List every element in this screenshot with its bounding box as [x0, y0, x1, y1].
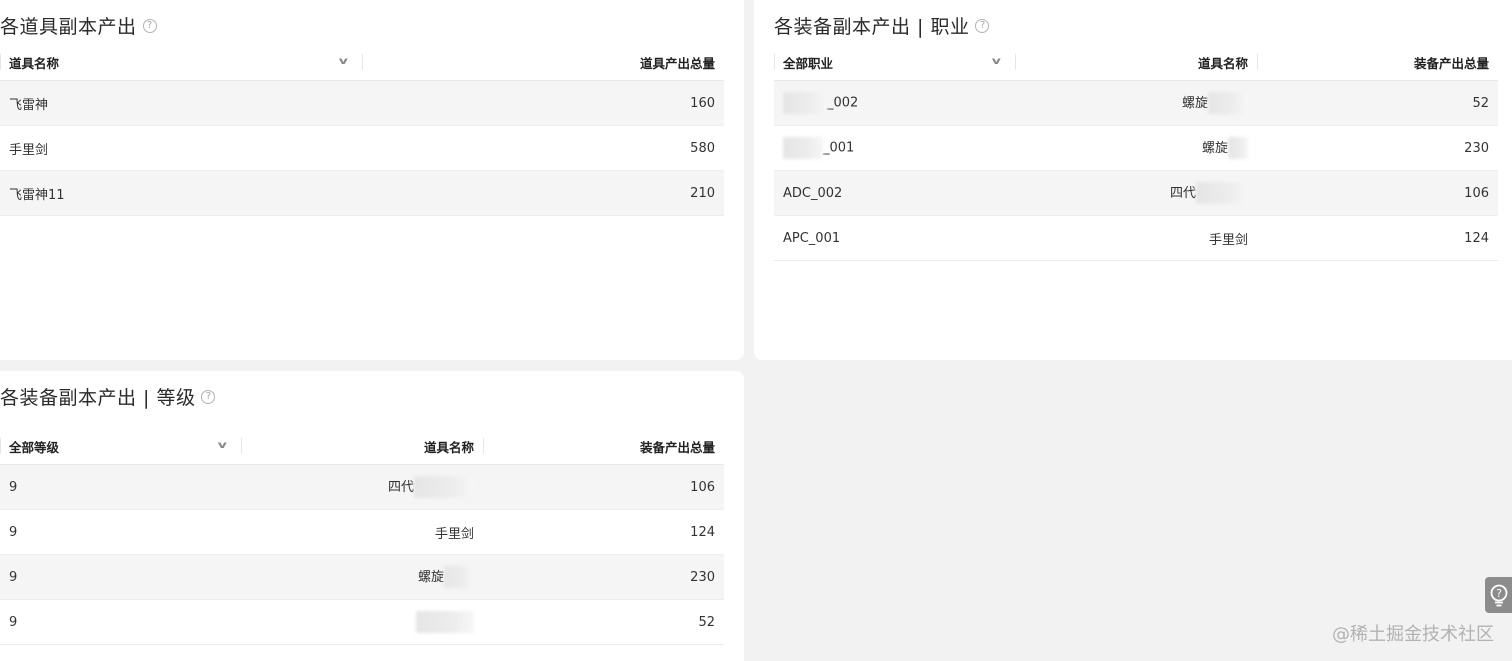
panel-title: 各道具副本产出 ?	[0, 12, 157, 39]
redacted-text	[1208, 92, 1248, 115]
item-output-title: 各道具副本产出	[0, 16, 137, 38]
item-name-cell: 飞雷神	[0, 80, 362, 126]
column-header-item-name[interactable]: 道具名称	[241, 428, 483, 465]
table-row[interactable]: 9 螺旋 230	[0, 554, 724, 600]
redacted-text	[783, 137, 823, 159]
item-name-cell: 螺旋	[1015, 80, 1257, 126]
item-total-cell: 160	[362, 80, 724, 126]
item-name-cell: 飞雷神11	[0, 170, 362, 216]
svg-text:?: ?	[1496, 587, 1502, 600]
equipment-by-level-title: 各装备副本产出 | 等级	[0, 387, 196, 409]
table-row[interactable]: 9 手里剑 124	[0, 509, 724, 555]
table-header-row: 全部职业 v 道具名称 装备产出总量	[774, 44, 1498, 81]
equipment-total-cell: 230	[1257, 125, 1498, 171]
redacted-text	[414, 476, 474, 499]
item-name-cell	[241, 599, 483, 645]
equipment-by-job-panel: 各装备副本产出 | 职业 ? 全部职业 v 道具名称 装备产出总量 _002 螺…	[754, 0, 1512, 360]
table-row[interactable]: 9 52	[0, 599, 724, 645]
column-header-label: 全部等级	[9, 439, 60, 455]
table-row[interactable]: _002 螺旋 52	[774, 80, 1498, 126]
column-header-label: 道具名称	[1197, 55, 1248, 71]
question-circle-icon[interactable]: ?	[142, 18, 157, 33]
table-row[interactable]: 手里剑 580	[0, 125, 724, 171]
column-header-equipment-total[interactable]: 装备产出总量	[483, 428, 724, 465]
table-header-row: 全部等级 v 道具名称 装备产出总量	[0, 428, 724, 465]
level-cell: 9	[0, 554, 241, 600]
item-total-cell: 580	[362, 125, 724, 171]
equipment-total-cell: 52	[1257, 80, 1498, 126]
redacted-text	[444, 566, 474, 589]
column-header-equipment-total[interactable]: 装备产出总量	[1257, 44, 1498, 81]
column-header-label: 道具产出总量	[639, 55, 715, 71]
table-row[interactable]: ADC_002 四代 106	[774, 170, 1498, 216]
question-circle-icon[interactable]: ?	[201, 389, 216, 404]
equipment-by-job-table: 全部职业 v 道具名称 装备产出总量 _002 螺旋 52 _001 螺旋 23…	[774, 44, 1498, 261]
table-header-row: 道具名称 v 道具产出总量	[0, 44, 724, 81]
chevron-down-icon[interactable]: v	[992, 56, 1001, 67]
table-row[interactable]: 飞雷神 160	[0, 80, 724, 126]
item-name-cell: 螺旋	[241, 554, 483, 600]
job-cell: APC_001	[774, 215, 1015, 261]
question-circle-icon[interactable]: ?	[975, 18, 990, 33]
item-name-cell: 手里剑	[241, 509, 483, 555]
column-header-item-total[interactable]: 道具产出总量	[362, 44, 724, 81]
column-header-label: 道具名称	[9, 55, 60, 71]
lightbulb-help-glyph: ?	[1490, 584, 1507, 607]
item-name-text: 四代	[387, 479, 414, 495]
item-name-cell: 四代	[1015, 170, 1257, 216]
item-total-cell: 210	[362, 170, 724, 216]
job-cell-text: _002	[827, 95, 859, 111]
item-name-text: 螺旋	[1181, 95, 1208, 111]
item-name-text: 螺旋	[417, 569, 444, 585]
equipment-total-cell: 124	[1257, 215, 1498, 261]
column-header-item-name[interactable]: 道具名称	[1015, 44, 1257, 81]
item-name-cell: 手里剑	[0, 125, 362, 171]
column-header-level-filter[interactable]: 全部等级 v	[0, 428, 241, 465]
panel-title: 各装备副本产出 | 等级 ?	[0, 383, 216, 410]
item-name-text: 螺旋	[1201, 140, 1228, 156]
column-header-label: 装备产出总量	[1413, 55, 1489, 71]
item-name-cell: 螺旋	[1015, 125, 1257, 171]
job-cell: _002	[774, 80, 1015, 126]
equipment-by-level-table: 全部等级 v 道具名称 装备产出总量 9 四代 106 9 手里剑 124 9 …	[0, 428, 724, 645]
item-name-text: 四代	[1169, 185, 1196, 201]
level-cell: 9	[0, 464, 241, 510]
panel-title: 各装备副本产出 | 职业 ?	[774, 12, 990, 39]
redacted-text	[416, 611, 474, 633]
watermark: @稀土掘金技术社区	[1332, 624, 1494, 645]
equipment-by-job-title: 各装备副本产出 | 职业	[774, 16, 970, 38]
equipment-total-cell: 106	[483, 464, 724, 510]
table-row[interactable]: 飞雷神11 210	[0, 170, 724, 216]
table-row[interactable]: _001 螺旋 230	[774, 125, 1498, 171]
level-cell: 9	[0, 509, 241, 555]
redacted-text	[783, 92, 827, 114]
table-row[interactable]: 9 四代 106	[0, 464, 724, 510]
column-header-label: 道具名称	[423, 439, 474, 455]
item-name-cell: 手里剑	[1015, 215, 1257, 261]
equipment-total-cell: 124	[483, 509, 724, 555]
column-header-label: 装备产出总量	[639, 439, 715, 455]
job-cell: ADC_002	[774, 170, 1015, 216]
job-cell: _001	[774, 125, 1015, 171]
column-header-job-filter[interactable]: 全部职业 v	[774, 44, 1015, 81]
lightbulb-help-icon[interactable]: ?	[1485, 577, 1512, 613]
equipment-total-cell: 230	[483, 554, 724, 600]
column-header-item-name[interactable]: 道具名称 v	[0, 44, 362, 81]
item-name-cell: 四代	[241, 464, 483, 510]
item-output-panel: 各道具副本产出 ? 道具名称 v 道具产出总量 飞雷神 160 手里剑 580 …	[0, 0, 744, 360]
level-cell: 9	[0, 599, 241, 645]
equipment-by-level-panel: 各装备副本产出 | 等级 ? 全部等级 v 道具名称 装备产出总量 9 四代 1…	[0, 371, 744, 661]
equipment-total-cell: 52	[483, 599, 724, 645]
redacted-text	[1196, 182, 1248, 205]
column-header-label: 全部职业	[783, 55, 834, 71]
table-row[interactable]: APC_001 手里剑 124	[774, 215, 1498, 261]
job-cell-text: _001	[823, 140, 855, 156]
equipment-total-cell: 106	[1257, 170, 1498, 216]
redacted-text	[1228, 137, 1248, 160]
chevron-down-icon[interactable]: v	[339, 56, 348, 67]
chevron-down-icon[interactable]: v	[218, 440, 227, 451]
item-output-table: 道具名称 v 道具产出总量 飞雷神 160 手里剑 580 飞雷神11 210	[0, 44, 724, 216]
